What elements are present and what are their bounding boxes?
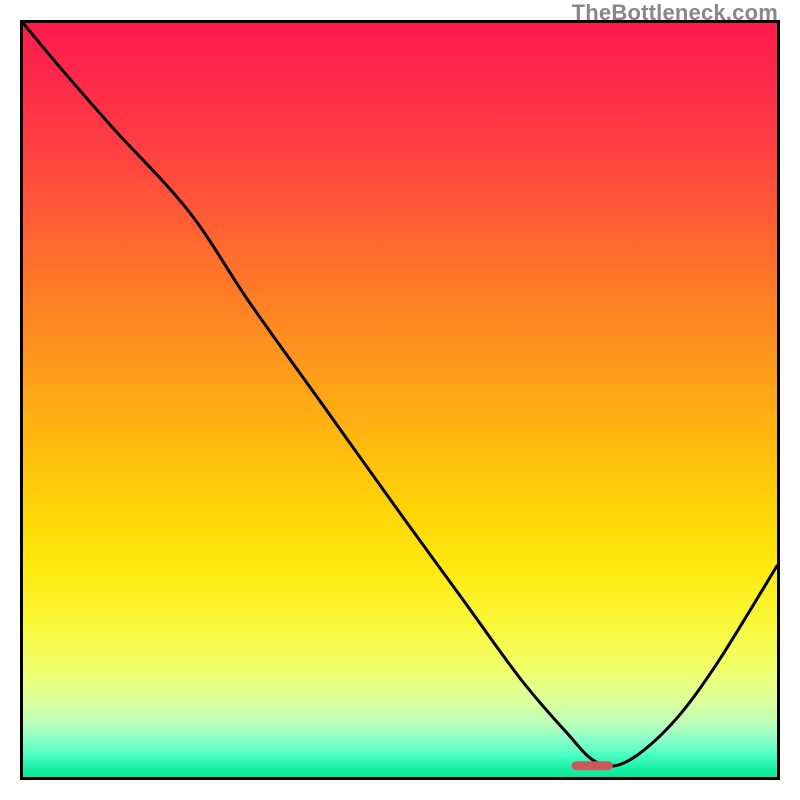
chart-svg [23,23,777,777]
optimum-marker [572,761,614,770]
bottleneck-curve-path [23,23,777,766]
chart-frame: TheBottleneck.com [0,0,800,800]
plot-area [20,20,780,780]
